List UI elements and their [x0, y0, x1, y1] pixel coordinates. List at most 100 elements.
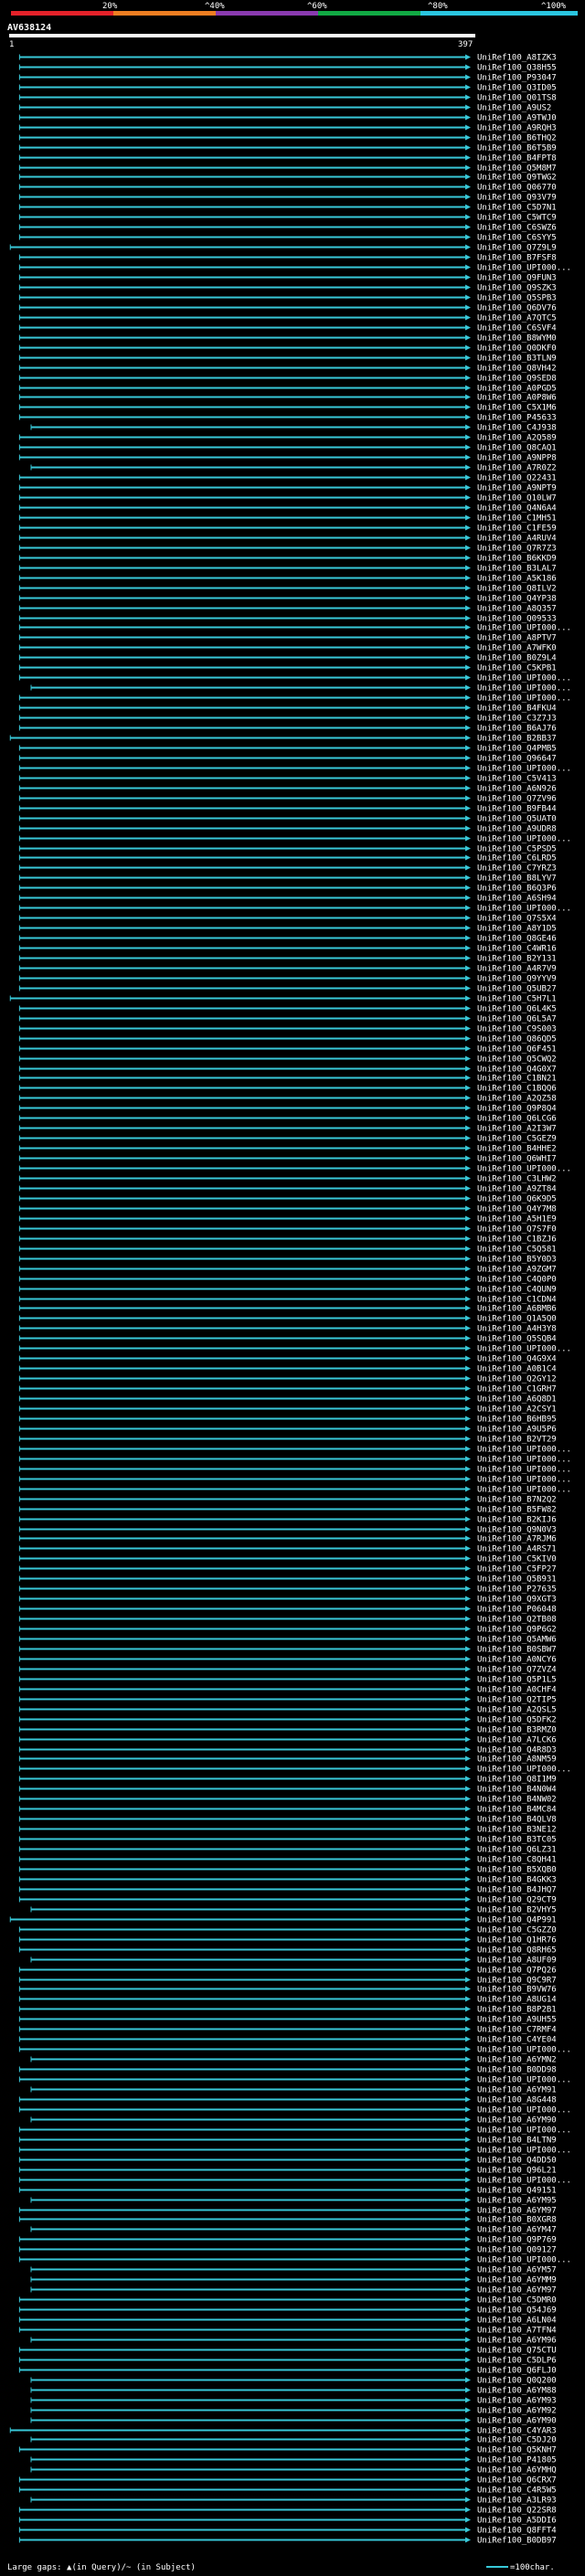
hit-label[interactable]: UniRef100_UPI000...	[477, 2076, 571, 2085]
hit-label[interactable]: UniRef100_Q9SED8	[477, 375, 557, 384]
hit-label[interactable]: UniRef100_A0NCY6	[477, 1656, 557, 1665]
hit-label[interactable]: UniRef100_A4RUV4	[477, 535, 557, 544]
hit-label[interactable]: UniRef100_B4LTN9	[477, 2136, 557, 2146]
hit-label[interactable]: UniRef100_C4WR16	[477, 945, 557, 954]
hit-label[interactable]: UniRef100_A6YMHQ	[477, 2466, 557, 2475]
hit-label[interactable]: UniRef100_Q6WHI7	[477, 1155, 557, 1164]
hit-label[interactable]: UniRef100_A4H3Y8	[477, 1325, 557, 1334]
hit-label[interactable]: UniRef100_Q3ID05	[477, 84, 557, 93]
hit-label[interactable]: UniRef100_C6SVF4	[477, 324, 557, 334]
hit-label[interactable]: UniRef100_A9U5P6	[477, 1426, 557, 1435]
hit-label[interactable]: UniRef100_Q2TIP5	[477, 1696, 557, 1705]
hit-label[interactable]: UniRef100_B2Y131	[477, 955, 557, 964]
hit-label[interactable]: UniRef100_Q38H55	[477, 64, 557, 73]
hit-label[interactable]: UniRef100_Q5M8M7	[477, 164, 557, 174]
hit-label[interactable]: UniRef100_A8G448	[477, 2096, 557, 2105]
hit-label[interactable]: UniRef100_B8WYM0	[477, 334, 557, 344]
hit-label[interactable]: UniRef100_A8UF09	[477, 1956, 557, 1966]
hit-label[interactable]: UniRef100_UPI000...	[477, 1165, 571, 1174]
hit-label[interactable]: UniRef100_Q4PMB5	[477, 745, 557, 754]
hit-label[interactable]: UniRef100_A2CSY1	[477, 1405, 557, 1415]
hit-label[interactable]: UniRef100_A0CHF4	[477, 1686, 557, 1695]
hit-label[interactable]: UniRef100_C5PSD5	[477, 845, 557, 854]
hit-label[interactable]: UniRef100_Q6LZ31	[477, 1846, 557, 1855]
hit-label[interactable]: UniRef100_Q22431	[477, 474, 557, 483]
hit-label[interactable]: UniRef100_C1BN21	[477, 1075, 557, 1084]
hit-label[interactable]: UniRef100_UPI000...	[477, 1466, 571, 1475]
hit-label[interactable]: UniRef100_Q93V79	[477, 194, 557, 203]
hit-label[interactable]: UniRef100_Q7ZVZ4	[477, 1666, 557, 1675]
hit-label[interactable]: UniRef100_C4YE04	[477, 2036, 557, 2045]
hit-label[interactable]: UniRef100_B6Q3P6	[477, 885, 557, 894]
hit-label[interactable]: UniRef100_B4JHQ7	[477, 1886, 557, 1895]
hit-label[interactable]: UniRef100_C5DMR0	[477, 2296, 557, 2306]
hit-label[interactable]: UniRef100_Q7PQ26	[477, 1966, 557, 1976]
hit-label[interactable]: UniRef100_A7QTC5	[477, 314, 557, 323]
hit-label[interactable]: UniRef100_UPI000...	[477, 674, 571, 684]
hit-label[interactable]: UniRef100_C1CDN4	[477, 1296, 557, 1305]
hit-label[interactable]: UniRef100_UPI000...	[477, 694, 571, 704]
hit-label[interactable]: UniRef100_B0Z9L4	[477, 654, 557, 663]
hit-label[interactable]: UniRef100_A2QSL5	[477, 1706, 557, 1715]
hit-label[interactable]: UniRef100_Q8RH65	[477, 1946, 557, 1956]
hit-label[interactable]: UniRef100_A7R0Z2	[477, 464, 557, 473]
hit-label[interactable]: UniRef100_Q49151	[477, 2187, 557, 2196]
hit-label[interactable]: UniRef100_UPI000...	[477, 1486, 571, 1495]
hit-label[interactable]: UniRef100_Q5UB27	[477, 985, 557, 994]
hit-label[interactable]: UniRef100_UPI000...	[477, 2126, 571, 2136]
hit-label[interactable]: UniRef100_Q6FLJ0	[477, 2367, 557, 2376]
hit-label[interactable]: UniRef100_Q6LCG6	[477, 1115, 557, 1124]
hit-label[interactable]: UniRef100_B6AJ76	[477, 725, 557, 734]
hit-label[interactable]: UniRef100_Q7Z9L9	[477, 244, 557, 253]
hit-label[interactable]: UniRef100_B7N2Q2	[477, 1496, 557, 1505]
hit-label[interactable]: UniRef100_Q8FFT4	[477, 2527, 557, 2536]
hit-label[interactable]: UniRef100_B4FPT8	[477, 154, 557, 164]
hit-label[interactable]: UniRef100_A4RS71	[477, 1545, 557, 1554]
hit-label[interactable]: UniRef100_A2Q589	[477, 434, 557, 443]
hit-label[interactable]: UniRef100_C4YAR3	[477, 2427, 557, 2436]
hit-label[interactable]: UniRef100_B7FSF8	[477, 254, 557, 263]
hit-label[interactable]: UniRef100_A9NPP8	[477, 454, 557, 463]
hit-label[interactable]: UniRef100_B3TC05	[477, 1836, 557, 1845]
hit-label[interactable]: UniRef100_Q4N6A4	[477, 504, 557, 514]
hit-label[interactable]: UniRef100_A6N926	[477, 785, 557, 794]
hit-label[interactable]: UniRef100_Q22SR8	[477, 2507, 557, 2516]
hit-label[interactable]: UniRef100_Q2TB08	[477, 1616, 557, 1625]
hit-label[interactable]: UniRef100_B4NW02	[477, 1796, 557, 1805]
hit-label[interactable]: UniRef100_Q09127	[477, 2246, 557, 2255]
hit-label[interactable]: UniRef100_Q1A5Q0	[477, 1315, 557, 1324]
hit-label[interactable]: UniRef100_B4FKU4	[477, 705, 557, 714]
hit-label[interactable]: UniRef100_C1FE59	[477, 525, 557, 534]
hit-label[interactable]: UniRef100_Q5KNH7	[477, 2446, 557, 2455]
hit-label[interactable]: UniRef100_UPI000...	[477, 905, 571, 914]
hit-label[interactable]: UniRef100_Q9TWG2	[477, 174, 557, 183]
hit-label[interactable]: UniRef100_C7YRZ3	[477, 864, 557, 874]
hit-label[interactable]: UniRef100_C5GEZ9	[477, 1135, 557, 1144]
hit-label[interactable]: UniRef100_B4N0W4	[477, 1786, 557, 1795]
hit-label[interactable]: UniRef100_C4QUN9	[477, 1286, 557, 1295]
hit-label[interactable]: UniRef100_C5V413	[477, 775, 557, 784]
hit-label[interactable]: UniRef100_UPI000...	[477, 684, 571, 694]
hit-label[interactable]: UniRef100_Q6L4K5	[477, 1005, 557, 1014]
hit-label[interactable]: UniRef100_C4J938	[477, 424, 557, 433]
hit-label[interactable]: UniRef100_B3RMZ0	[477, 1726, 557, 1735]
hit-label[interactable]: UniRef100_C5KPB1	[477, 664, 557, 673]
hit-label[interactable]: UniRef100_Q5P1L5	[477, 1676, 557, 1685]
hit-label[interactable]: UniRef100_A6YM90	[477, 2417, 557, 2426]
hit-label[interactable]: UniRef100_A5K186	[477, 575, 557, 584]
hit-label[interactable]: UniRef100_UPI000...	[477, 624, 571, 633]
hit-label[interactable]: UniRef100_UPI000...	[477, 2106, 571, 2115]
hit-label[interactable]: UniRef100_B3TLN9	[477, 355, 557, 364]
hit-label[interactable]: UniRef100_A5H1E9	[477, 1215, 557, 1224]
hit-label[interactable]: UniRef100_Q8CAQ1	[477, 444, 557, 453]
hit-label[interactable]: UniRef100_Q6K9D5	[477, 1195, 557, 1204]
hit-label[interactable]: UniRef100_Q29CT9	[477, 1896, 557, 1905]
hit-label[interactable]: UniRef100_A8Y1D5	[477, 925, 557, 934]
hit-label[interactable]: UniRef100_A9RQH3	[477, 124, 557, 133]
hit-label[interactable]: UniRef100_A6YM92	[477, 2407, 557, 2416]
hit-label[interactable]: UniRef100_B8LYV7	[477, 875, 557, 884]
hit-label[interactable]: UniRef100_Q86QD5	[477, 1035, 557, 1044]
hit-label[interactable]: UniRef100_UPI000...	[477, 2177, 571, 2186]
hit-label[interactable]: UniRef100_C4Q0P0	[477, 1276, 557, 1285]
hit-label[interactable]: UniRef100_A9NPT9	[477, 484, 557, 493]
